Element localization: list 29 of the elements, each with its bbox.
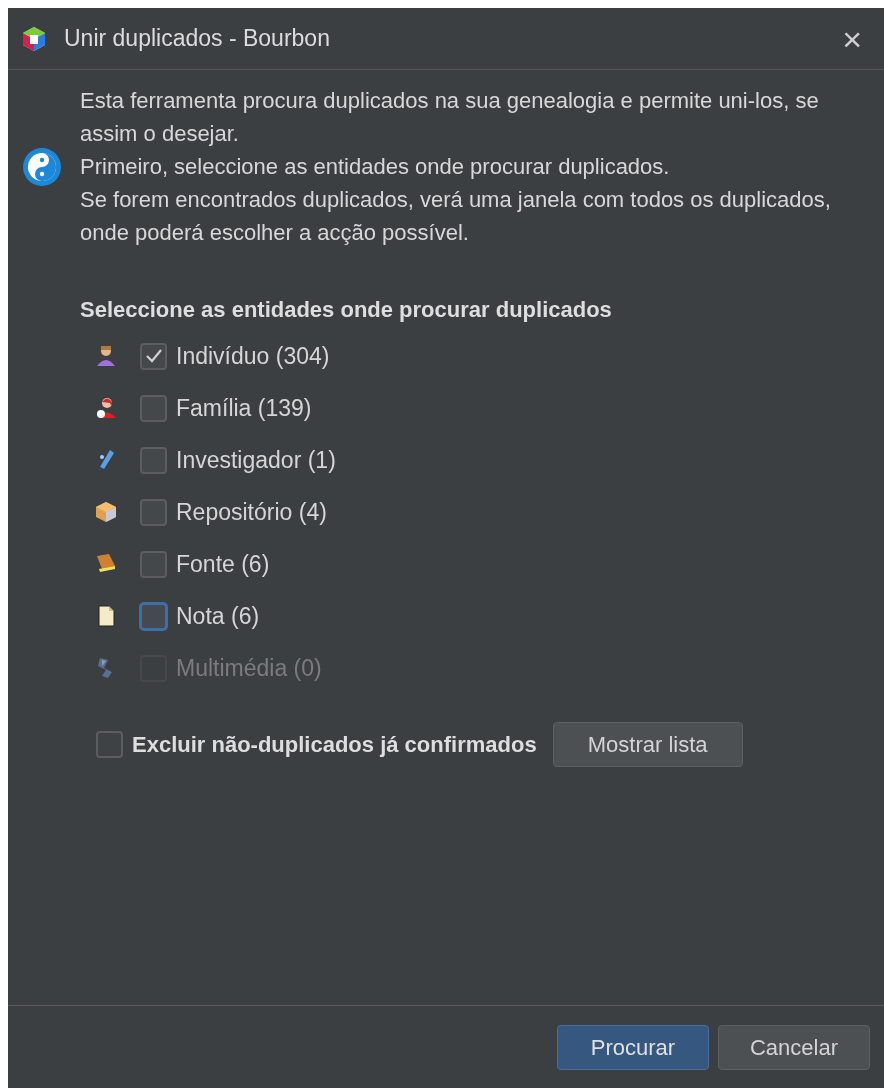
window-title: Unir duplicados - Bourbon (64, 24, 330, 54)
people-icon (94, 396, 118, 420)
close-button[interactable]: × (842, 21, 862, 56)
checkbox[interactable] (140, 446, 167, 474)
checkbox-label[interactable]: Repositório (4) (176, 494, 327, 530)
checkbox-label[interactable]: Nota (6) (176, 598, 260, 634)
intro-text: Esta ferramenta procura duplicados na sua genealogia e permite uni-los, se assim o desejar. (80, 87, 820, 148)
yin-yang-icon (22, 146, 62, 187)
cancel-button[interactable]: Cancelar (718, 1024, 870, 1070)
search-button[interactable]: Procurar (557, 1024, 709, 1070)
checkbox-label[interactable]: Excluir não-duplicados já confirmados (132, 728, 537, 761)
checkbox-label[interactable]: Fonte (6) (176, 546, 270, 582)
checkbox[interactable] (140, 342, 167, 370)
checkbox[interactable] (96, 731, 123, 758)
checkbox[interactable] (140, 602, 167, 630)
checkbox-label[interactable]: Família (139) (176, 390, 312, 426)
show-list-button[interactable]: Mostrar lista (552, 722, 743, 767)
checkbox-label[interactable]: Investigador (1) (176, 442, 336, 478)
checkbox-label[interactable]: Indivíduo (304) (176, 338, 330, 374)
checkbox[interactable] (140, 550, 167, 578)
box-icon (94, 500, 118, 524)
checkmark-icon (144, 348, 163, 364)
checkbox[interactable] (140, 498, 167, 526)
person-icon (94, 344, 118, 368)
checkbox[interactable] (140, 394, 167, 422)
intro-text: Primeiro, seleccione as entidades onde procurar duplicados. (80, 153, 671, 181)
app-logo-icon (22, 25, 46, 52)
section-title: Seleccione as entidades onde procurar duplicados (80, 296, 613, 324)
intro-text: Se forem encontrados duplicados, verá uma janela com todos os duplicados, onde poderá escolher a acção possível. (80, 186, 832, 247)
